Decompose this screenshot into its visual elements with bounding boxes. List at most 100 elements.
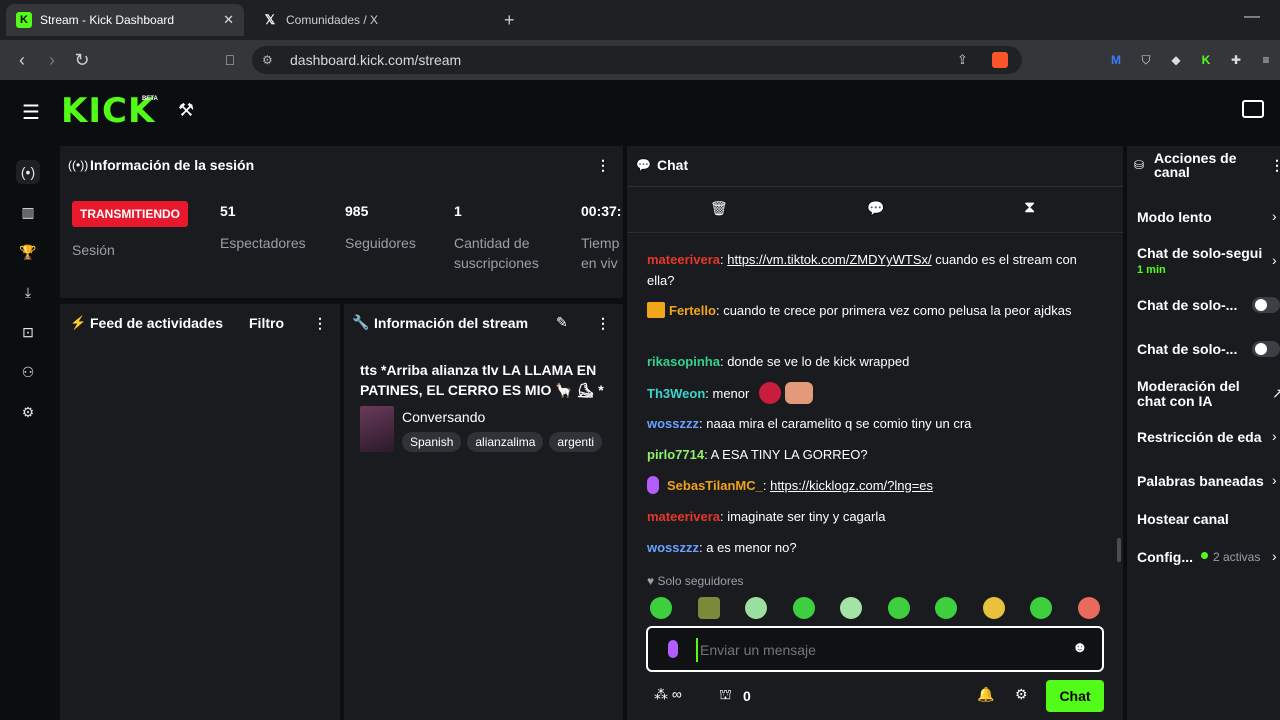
rail-settings-icon[interactable]: ⚙ bbox=[16, 400, 40, 424]
chat-input-box[interactable]: ☻ bbox=[646, 626, 1104, 672]
emote-icon[interactable] bbox=[1078, 597, 1100, 619]
mic-icon[interactable] bbox=[668, 640, 678, 658]
chat-scrollbar[interactable] bbox=[1117, 538, 1121, 562]
extension-diamond-icon[interactable]: ◆ bbox=[1168, 52, 1184, 68]
chat-send-button[interactable]: Chat bbox=[1046, 680, 1104, 712]
chat-username[interactable]: wosszzz bbox=[647, 540, 699, 555]
rail-download-icon[interactable]: ⤓ bbox=[16, 280, 40, 304]
emote-icon[interactable] bbox=[650, 597, 672, 619]
emote-icon[interactable] bbox=[935, 597, 957, 619]
age-restriction-item[interactable]: Restricción de eda bbox=[1137, 430, 1262, 445]
points-infinity-icon[interactable]: ⁂ ∞ bbox=[654, 686, 682, 703]
chat-message-input[interactable] bbox=[696, 638, 1056, 662]
config-item[interactable]: Config... bbox=[1137, 550, 1193, 565]
ai-moderation-item[interactable]: Moderación del chat con IA bbox=[1137, 379, 1247, 409]
emote-only-chat-item[interactable]: Chat de solo-... bbox=[1137, 342, 1237, 357]
rail-analytics-icon[interactable]: ▥ bbox=[16, 200, 40, 224]
chat-link[interactable]: https://vm.tiktok.com/ZMDYyWTSx/ bbox=[727, 252, 931, 267]
chevron-right-icon[interactable]: › bbox=[1272, 208, 1277, 224]
emote-icon bbox=[758, 382, 781, 404]
actions-menu-icon[interactable]: ⋮ bbox=[1270, 157, 1280, 174]
slow-mode-item[interactable]: Modo lento bbox=[1137, 210, 1212, 225]
emote-icon[interactable] bbox=[840, 597, 862, 619]
emote-icon[interactable] bbox=[1030, 597, 1052, 619]
chat-username[interactable]: mateerivera bbox=[647, 252, 720, 267]
reload-icon[interactable]: ↻ bbox=[70, 48, 94, 72]
chat-link[interactable]: https://kicklogz.com/?lng=es bbox=[770, 478, 933, 493]
rail-stream-icon[interactable]: (•) bbox=[16, 160, 40, 184]
chevron-right-icon[interactable]: › bbox=[1272, 252, 1277, 268]
chat-username[interactable]: SebasTilanMC_ bbox=[667, 478, 763, 493]
browser-tab-x[interactable]: 𝕏 Comunidades / X bbox=[252, 4, 492, 36]
banned-words-item[interactable]: Palabras baneadas bbox=[1137, 474, 1264, 489]
chat-username[interactable]: Th3Weon bbox=[647, 386, 705, 401]
actions-title: Acciones de canal bbox=[1154, 150, 1237, 180]
chat-username[interactable]: pirlo7714 bbox=[647, 447, 704, 462]
forward-icon[interactable]: › bbox=[40, 48, 64, 72]
filter-button[interactable]: Filtro bbox=[249, 315, 284, 331]
address-bar[interactable]: ⚙ dashboard.kick.com/stream ⇪ bbox=[252, 46, 1022, 74]
chat-text: : A ESA TINY LA GORREO? bbox=[704, 447, 868, 462]
chat-username[interactable]: mateerivera bbox=[647, 509, 720, 524]
tag-chip[interactable]: alianzalima bbox=[467, 432, 544, 452]
browser-menu-icon[interactable]: ≡ bbox=[1258, 52, 1274, 68]
extension-shield-icon[interactable]: ⛉ bbox=[1138, 52, 1154, 68]
emote-icon[interactable] bbox=[698, 597, 720, 619]
session-menu-icon[interactable]: ⋮ bbox=[596, 157, 610, 174]
chevron-right-icon[interactable]: › bbox=[1272, 428, 1277, 444]
site-info-icon[interactable]: ⚙ bbox=[262, 53, 273, 67]
external-link-icon[interactable]: ↗ bbox=[1272, 385, 1280, 402]
back-icon[interactable]: ‹ bbox=[10, 48, 34, 72]
extensions-puzzle-icon[interactable]: ✚ bbox=[1228, 52, 1244, 68]
hamburger-menu-icon[interactable]: ☰ bbox=[22, 100, 40, 125]
bookmark-icon[interactable]: ⎕ bbox=[218, 48, 242, 72]
category-name[interactable]: Conversando bbox=[402, 409, 485, 425]
rail-community-icon[interactable]: ⚇ bbox=[16, 360, 40, 384]
edit-icon[interactable]: ✎ bbox=[556, 314, 568, 331]
emote-icon[interactable] bbox=[745, 597, 767, 619]
live-status-badge: TRANSMITIENDO bbox=[72, 201, 188, 227]
emote-icon[interactable] bbox=[888, 597, 910, 619]
sub-only-toggle[interactable] bbox=[1252, 297, 1280, 313]
chat-settings-gear-icon[interactable]: ⚙ bbox=[1015, 686, 1028, 703]
tag-chip[interactable]: argenti bbox=[549, 432, 603, 452]
tag-list: Spanish alianzalima argenti bbox=[402, 432, 608, 452]
chat-username[interactable]: Fertello bbox=[669, 303, 716, 318]
chevron-right-icon[interactable]: › bbox=[1272, 548, 1277, 564]
chat-username[interactable]: wosszzz bbox=[647, 416, 699, 431]
host-channel-item[interactable]: Hostear canal bbox=[1137, 512, 1229, 527]
emote-icon[interactable] bbox=[793, 597, 815, 619]
rail-moderation-icon[interactable]: ⊡ bbox=[16, 320, 40, 344]
chat-mode-icon[interactable]: 💬 bbox=[867, 200, 884, 217]
status-label: Sesión bbox=[72, 242, 115, 258]
url-text[interactable]: dashboard.kick.com/stream bbox=[290, 52, 461, 68]
stream-info-menu-icon[interactable]: ⋮ bbox=[596, 315, 610, 332]
share-icon[interactable]: ⇪ bbox=[957, 52, 968, 68]
new-tab-icon[interactable]: + bbox=[504, 10, 515, 31]
followers-only-chat-item[interactable]: Chat de solo-segui bbox=[1137, 246, 1262, 261]
activity-menu-icon[interactable]: ⋮ bbox=[313, 315, 327, 332]
notifications-bell-icon[interactable]: 🔔 bbox=[977, 686, 994, 703]
chevron-right-icon[interactable]: › bbox=[1272, 472, 1277, 488]
store-icon[interactable] bbox=[1242, 100, 1264, 118]
browser-tab-kick[interactable]: K Stream - Kick Dashboard ✕ bbox=[6, 4, 244, 36]
emote-icon[interactable] bbox=[983, 597, 1005, 619]
clear-chat-trash-icon[interactable]: 🗑 bbox=[710, 200, 728, 217]
sub-only-chat-item[interactable]: Chat de solo-... bbox=[1137, 298, 1237, 313]
tab-title: Comunidades / X bbox=[286, 13, 379, 27]
slow-mode-hourglass-icon[interactable]: ⧗ bbox=[1024, 199, 1035, 217]
store-points-icon[interactable]: ⛫ bbox=[719, 686, 732, 705]
emote-only-toggle[interactable] bbox=[1252, 341, 1280, 357]
emoji-picker-icon[interactable]: ☻ bbox=[1072, 639, 1088, 656]
extension-kick-icon[interactable]: K bbox=[1198, 52, 1214, 68]
config-active-count: 2 activas bbox=[1213, 550, 1261, 564]
brave-shield-icon[interactable] bbox=[992, 52, 1008, 68]
extension-m-icon[interactable]: M bbox=[1108, 52, 1124, 68]
minimize-window-icon[interactable]: — bbox=[1244, 8, 1260, 26]
rail-trophy-icon[interactable]: 🏆 bbox=[16, 240, 40, 264]
tag-chip[interactable]: Spanish bbox=[402, 432, 462, 452]
category-thumbnail[interactable] bbox=[360, 406, 394, 452]
chat-username[interactable]: rikasopinha bbox=[647, 354, 720, 369]
tools-hammer-icon[interactable]: ⚒ bbox=[178, 100, 194, 121]
close-tab-icon[interactable]: ✕ bbox=[223, 12, 234, 28]
